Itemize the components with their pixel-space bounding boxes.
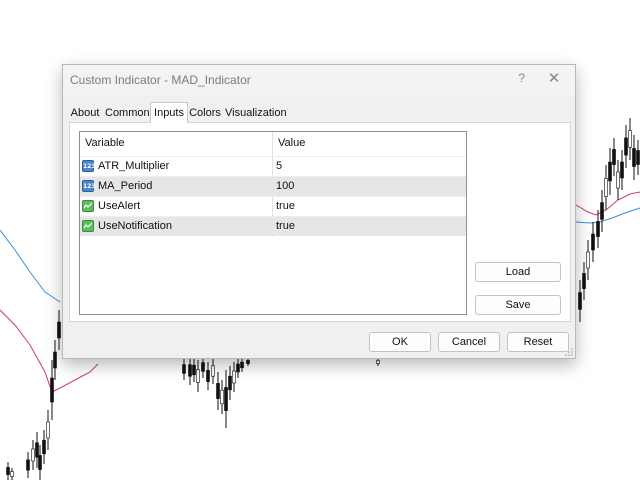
- variable-value[interactable]: 5: [276, 160, 282, 172]
- tab-inputs[interactable]: Inputs: [150, 102, 188, 123]
- dialog-titlebar[interactable]: Custom Indicator - MAD_Indicator ? ✕: [63, 65, 575, 95]
- candle-body: [232, 370, 236, 384]
- candle-body: [6, 467, 10, 475]
- moving-average-line-blue: [0, 229, 61, 303]
- help-icon[interactable]: ?: [518, 71, 525, 85]
- reset-button[interactable]: Reset: [507, 332, 569, 352]
- candle-body: [26, 459, 30, 471]
- candle-body: [246, 360, 250, 364]
- candle-body: [216, 383, 220, 399]
- tab-about[interactable]: About: [68, 105, 102, 122]
- variable-value[interactable]: true: [276, 220, 295, 232]
- candle-body: [608, 161, 612, 182]
- dialog-title: Custom Indicator - MAD_Indicator: [70, 73, 251, 87]
- table-row-atr-multiplier[interactable]: 123 ATR_Multiplier 5: [80, 156, 466, 176]
- boolean-type-icon: [82, 200, 94, 212]
- candle-body: [578, 292, 582, 310]
- candle-body: [42, 439, 46, 455]
- candle-body: [31, 448, 35, 462]
- candle-body: [57, 321, 61, 339]
- candle-body: [628, 130, 632, 148]
- close-icon[interactable]: ✕: [541, 68, 567, 90]
- candle-body: [38, 455, 42, 470]
- candle-body: [53, 351, 57, 369]
- candle-body: [46, 421, 50, 439]
- variable-name: UseNotification: [98, 220, 172, 232]
- candle-body: [188, 364, 192, 377]
- candle-body: [206, 370, 210, 382]
- candle-body: [636, 150, 640, 165]
- candle-body: [220, 389, 224, 405]
- cancel-button[interactable]: Cancel: [438, 332, 500, 352]
- candle-body: [240, 361, 244, 369]
- numeric-type-icon: 123: [82, 180, 96, 192]
- candle-body: [600, 202, 604, 220]
- candle-body: [192, 364, 196, 376]
- candle-body: [376, 360, 380, 364]
- variable-name: ATR_Multiplier: [98, 160, 170, 172]
- value-column-header[interactable]: Value: [278, 137, 305, 149]
- candle-body: [624, 137, 628, 156]
- candle-body: [596, 221, 600, 237]
- tab-colors[interactable]: Colors: [189, 105, 221, 122]
- load-button[interactable]: Load: [475, 262, 561, 282]
- candle-body: [196, 369, 200, 383]
- candle-body: [582, 273, 586, 289]
- inputs-table: Variable Value 123 ATR_Multiplier 5 123 …: [79, 131, 467, 315]
- candle-body: [620, 161, 624, 179]
- ok-button[interactable]: OK: [369, 332, 431, 352]
- table-header: Variable Value: [80, 132, 466, 156]
- table-row-use-notification[interactable]: UseNotification true: [80, 216, 466, 236]
- candle-body: [50, 377, 54, 403]
- variable-value[interactable]: true: [276, 200, 295, 212]
- candle-body: [211, 365, 215, 377]
- candle-body: [616, 171, 620, 189]
- candle-body: [591, 233, 595, 251]
- variable-value[interactable]: 100: [276, 180, 294, 192]
- candle-body: [604, 178, 608, 197]
- save-button[interactable]: Save: [475, 295, 561, 315]
- boolean-type-icon: [82, 220, 94, 232]
- candle-body: [228, 375, 232, 391]
- candle-body: [35, 442, 39, 458]
- candle-body: [612, 149, 616, 165]
- candle-body: [632, 148, 636, 167]
- table-row-use-alert[interactable]: UseAlert true: [80, 196, 466, 216]
- tab-visualization[interactable]: Visualization: [225, 105, 287, 122]
- candle-body: [201, 362, 205, 372]
- variable-name: MA_Period: [98, 180, 153, 192]
- candle-body: [586, 251, 590, 269]
- tab-common[interactable]: Common: [105, 105, 150, 122]
- variable-column-header[interactable]: Variable: [85, 137, 125, 149]
- table-row-ma-period[interactable]: 123 MA_Period 100: [80, 176, 466, 196]
- candle-body: [182, 364, 186, 374]
- candle-body: [224, 387, 228, 411]
- candle-body: [236, 363, 240, 373]
- candle-body: [10, 471, 14, 477]
- numeric-type-icon: 123: [82, 160, 96, 172]
- resize-grip-icon[interactable]: [565, 348, 573, 356]
- custom-indicator-dialog: Custom Indicator - MAD_Indicator ? ✕ Abo…: [62, 64, 576, 359]
- variable-name: UseAlert: [98, 200, 141, 212]
